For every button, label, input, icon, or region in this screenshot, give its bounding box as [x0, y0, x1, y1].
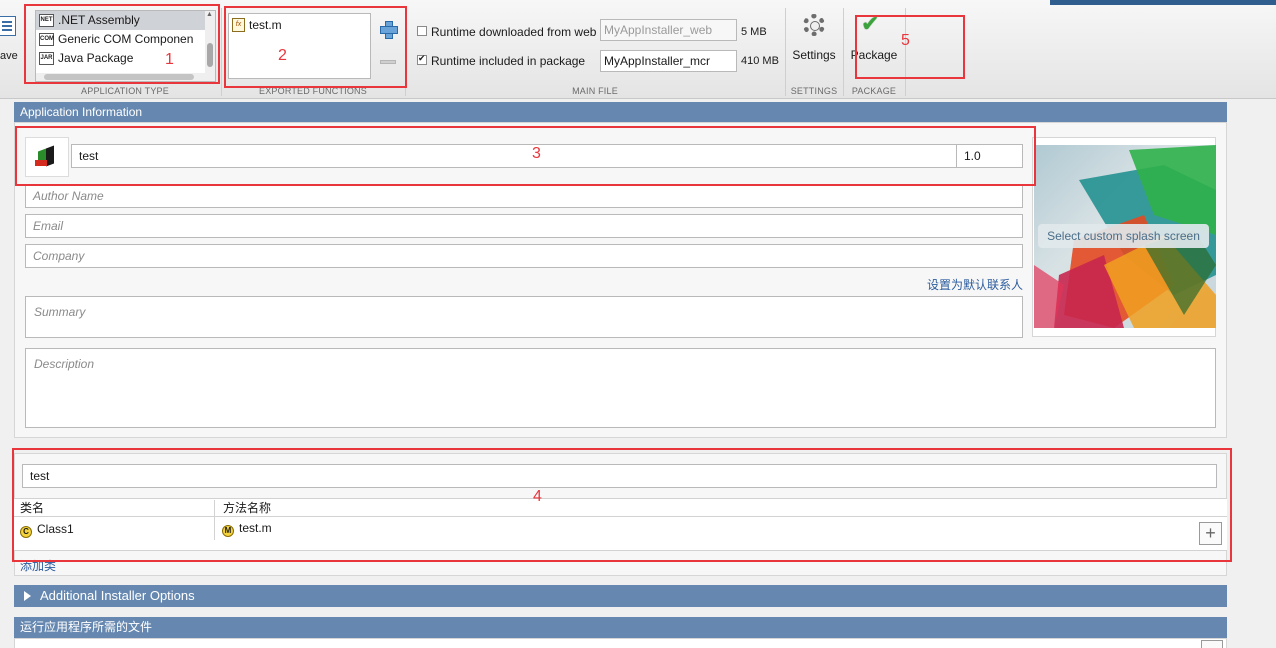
- select-splash-screen-button[interactable]: Select custom splash screen: [1038, 224, 1209, 248]
- annotation-box-2: [224, 6, 407, 88]
- annotation-number-5: 5: [901, 32, 910, 49]
- runtime-web-filename-input[interactable]: MyAppInstaller_web: [600, 19, 737, 41]
- additional-installer-options-header[interactable]: Additional Installer Options: [14, 585, 1227, 607]
- title-bar-accent: [1050, 0, 1276, 5]
- application-information-header: Application Information: [14, 102, 1227, 122]
- settings-button[interactable]: Settings: [790, 12, 838, 72]
- section-divider: [221, 8, 222, 96]
- settings-label: Settings: [792, 48, 836, 62]
- annotation-number-4: 4: [533, 488, 542, 505]
- annotation-box-5: [855, 15, 965, 79]
- package-section-label: PACKAGE: [851, 86, 897, 96]
- runtime-web-label: Runtime downloaded from web: [431, 25, 597, 39]
- runtime-web-checkbox[interactable]: [417, 26, 427, 36]
- annotation-box-3: [15, 126, 1036, 186]
- email-input[interactable]: Email: [25, 214, 1023, 238]
- runtime-package-label: Runtime included in package: [431, 54, 586, 68]
- author-name-input[interactable]: Author Name: [25, 184, 1023, 208]
- gear-icon: [803, 14, 825, 36]
- set-default-contact-link[interactable]: 设置为默认联系人: [927, 276, 1023, 293]
- runtime-package-size: 410 MB: [741, 55, 779, 67]
- summary-input[interactable]: Summary: [25, 296, 1023, 338]
- annotation-number-3: 3: [532, 145, 541, 162]
- save-button[interactable]: ave: [0, 12, 20, 68]
- add-required-file-button[interactable]: [1201, 640, 1223, 648]
- description-input[interactable]: Description: [25, 348, 1216, 428]
- annotation-box-1: [24, 4, 220, 84]
- section-divider: [843, 8, 844, 96]
- expand-triangle-icon: [24, 591, 31, 601]
- company-input[interactable]: Company: [25, 244, 1023, 268]
- annotation-box-4: [12, 448, 1232, 562]
- save-icon: [0, 16, 16, 36]
- annotation-number-2: 2: [278, 47, 287, 64]
- application-type-section-label: APPLICATION TYPE: [81, 86, 169, 96]
- additional-installer-options-label: Additional Installer Options: [40, 588, 195, 603]
- required-files-panel: [14, 638, 1227, 648]
- runtime-package-filename-input[interactable]: MyAppInstaller_mcr: [600, 50, 737, 72]
- runtime-package-checkbox[interactable]: [417, 53, 427, 65]
- required-files-header: 运行应用程序所需的文件: [14, 617, 1227, 638]
- main-file-section-label: MAIN FILE: [572, 86, 618, 96]
- settings-section-label: SETTINGS: [790, 86, 838, 96]
- save-label: ave: [0, 50, 18, 62]
- annotation-number-1: 1: [165, 51, 174, 68]
- runtime-web-size: 5 MB: [741, 26, 767, 38]
- section-divider: [785, 8, 786, 96]
